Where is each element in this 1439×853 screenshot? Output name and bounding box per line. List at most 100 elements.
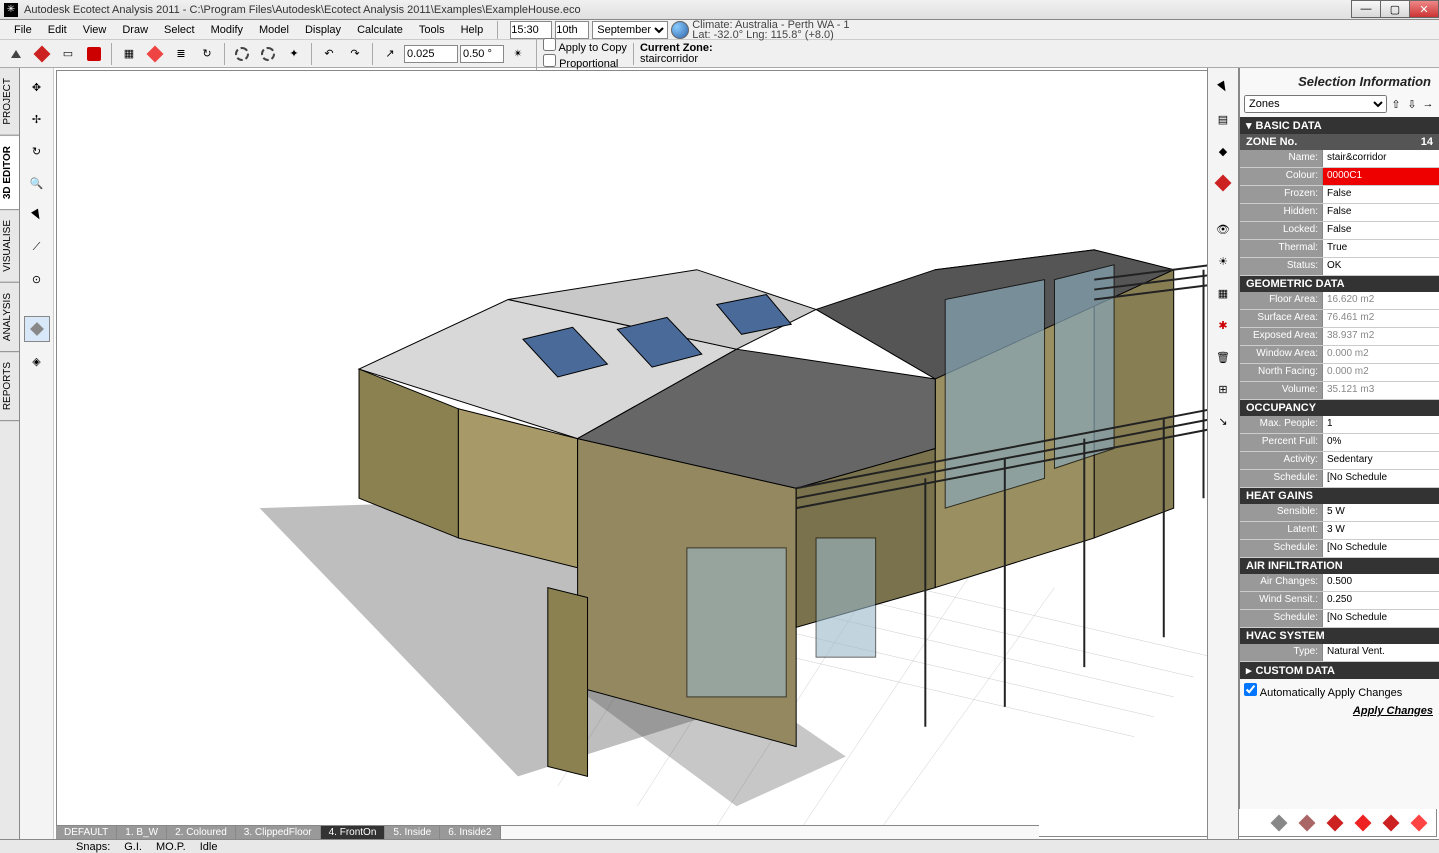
offset-input[interactable] <box>404 45 458 63</box>
prop-value[interactable]: False <box>1322 204 1439 221</box>
rtool-trash-icon[interactable]: 🗑 <box>1210 344 1236 370</box>
prop-value[interactable]: [No Schedule <box>1322 470 1439 487</box>
prop-value[interactable]: 0.250 <box>1322 592 1439 609</box>
tool-gear2-icon[interactable] <box>256 42 280 66</box>
section-custom-data[interactable]: ▸CUSTOM DATA <box>1240 662 1439 679</box>
ltool-measure-icon[interactable]: ⟋ <box>24 234 50 260</box>
prop-value[interactable]: 1 <box>1322 416 1439 433</box>
btab-coloured[interactable]: 2. Coloured <box>167 826 236 839</box>
nav-down-icon[interactable]: ⇩ <box>1405 97 1419 111</box>
tool-explode-icon[interactable]: ✦ <box>282 42 306 66</box>
angle-input[interactable] <box>460 45 504 63</box>
tool-axis-icon[interactable]: ✴ <box>506 42 530 66</box>
prop-value[interactable]: [No Schedule <box>1322 540 1439 557</box>
bri-5-icon[interactable] <box>1379 811 1403 835</box>
rtool-graph-icon[interactable]: ✱ <box>1210 312 1236 338</box>
btab-clipped[interactable]: 3. ClippedFloor <box>236 826 321 839</box>
menu-edit[interactable]: Edit <box>40 22 75 38</box>
proportional-checkbox[interactable] <box>543 54 556 67</box>
prop-value[interactable]: 76.461 m2 <box>1322 310 1439 327</box>
menu-view[interactable]: View <box>75 22 115 38</box>
tool-copy-icon[interactable]: ▦ <box>117 42 141 66</box>
tool-undo-icon[interactable]: ↶ <box>317 42 341 66</box>
ltool-arrows-icon[interactable]: ✥ <box>24 74 50 100</box>
menu-display[interactable]: Display <box>297 22 349 38</box>
ltool-orbit-icon[interactable]: ⊙ <box>24 266 50 292</box>
menu-file[interactable]: File <box>6 22 40 38</box>
rtool-cube-icon[interactable]: ◆ <box>1210 138 1236 164</box>
tab-analysis[interactable]: ANALYSIS <box>0 283 19 352</box>
tool-move-icon[interactable] <box>4 42 28 66</box>
prop-value[interactable]: 0% <box>1322 434 1439 451</box>
bri-1-icon[interactable] <box>1267 811 1291 835</box>
prop-value[interactable]: False <box>1322 222 1439 239</box>
prop-value[interactable]: [No Schedule <box>1322 610 1439 627</box>
rtool-panel-icon[interactable]: ▦ <box>1210 280 1236 306</box>
zone-selector[interactable]: Zones <box>1244 95 1387 113</box>
tool-layers-icon[interactable] <box>143 42 167 66</box>
close-button[interactable]: ✕ <box>1409 0 1439 18</box>
apply-to-copy-checkbox[interactable] <box>543 38 556 51</box>
prop-value[interactable]: 0.000 m2 <box>1322 364 1439 381</box>
tool-cube-icon[interactable] <box>30 42 54 66</box>
prop-value[interactable]: 0.000 m2 <box>1322 346 1439 363</box>
globe-icon[interactable] <box>671 21 689 39</box>
prop-value[interactable]: Natural Vent. <box>1322 644 1439 661</box>
bri-6-icon[interactable] <box>1407 811 1431 835</box>
tool-offset-icon[interactable]: ↗ <box>378 42 402 66</box>
tool-gear-icon[interactable] <box>230 42 254 66</box>
section-hvac[interactable]: HVAC SYSTEM <box>1240 628 1439 644</box>
rtool-export-icon[interactable]: ↘ <box>1210 408 1236 434</box>
prop-value[interactable]: 5 W <box>1322 504 1439 521</box>
rtool-points-icon[interactable]: ⊞ <box>1210 376 1236 402</box>
month-select[interactable]: September <box>592 21 668 39</box>
prop-value[interactable]: False <box>1322 186 1439 203</box>
prop-value[interactable]: Sedentary <box>1322 452 1439 469</box>
tab-visualise[interactable]: VISUALISE <box>0 210 19 283</box>
btab-inside2[interactable]: 6. Inside2 <box>440 826 500 839</box>
btab-bw[interactable]: 1. B_W <box>117 826 167 839</box>
prop-value[interactable]: OK <box>1322 258 1439 275</box>
menu-draw[interactable]: Draw <box>114 22 156 38</box>
section-heat-gains[interactable]: HEAT GAINS <box>1240 488 1439 504</box>
prop-value[interactable]: 0.500 <box>1322 574 1439 591</box>
prop-value[interactable]: 0000C1 <box>1322 168 1439 185</box>
rtool-book-icon[interactable]: ▤ <box>1210 106 1236 132</box>
prop-value[interactable]: True <box>1322 240 1439 257</box>
rtool-red-icon[interactable] <box>1210 170 1236 196</box>
section-geometric[interactable]: GEOMETRIC DATA <box>1240 276 1439 292</box>
menu-calculate[interactable]: Calculate <box>349 22 411 38</box>
menu-model[interactable]: Model <box>251 22 297 38</box>
section-occupancy[interactable]: OCCUPANCY <box>1240 400 1439 416</box>
nav-up-icon[interactable]: ⇧ <box>1389 97 1403 111</box>
nav-next-icon[interactable]: → <box>1421 97 1435 111</box>
tool-redo-icon[interactable]: ↷ <box>343 42 367 66</box>
bri-3-icon[interactable] <box>1323 811 1347 835</box>
rtool-eye-icon[interactable]: 👁 <box>1210 216 1236 242</box>
section-air-infiltration[interactable]: AIR INFILTRATION <box>1240 558 1439 574</box>
ltool-rotate-icon[interactable]: ↻ <box>24 138 50 164</box>
minimize-button[interactable]: — <box>1351 0 1381 18</box>
maximize-button[interactable]: ▢ <box>1380 0 1410 18</box>
bri-2-icon[interactable] <box>1295 811 1319 835</box>
bri-4-icon[interactable] <box>1351 811 1375 835</box>
time-input[interactable] <box>510 21 552 39</box>
ltool-select-icon[interactable] <box>24 202 50 228</box>
auto-apply-checkbox[interactable] <box>1244 683 1257 696</box>
btab-fronton[interactable]: 4. FrontOn <box>321 826 386 839</box>
day-input[interactable] <box>555 21 589 39</box>
menu-tools[interactable]: Tools <box>411 22 453 38</box>
tool-new-icon[interactable]: ▭ <box>56 42 80 66</box>
apply-changes-button[interactable]: Apply Changes <box>1240 703 1439 719</box>
rtool-sun-icon[interactable]: ☀ <box>1210 248 1236 274</box>
btab-inside[interactable]: 5. Inside <box>385 826 440 839</box>
menu-modify[interactable]: Modify <box>203 22 251 38</box>
prop-value[interactable]: 35.121 m3 <box>1322 382 1439 399</box>
tab-reports[interactable]: REPORTS <box>0 352 19 421</box>
tool-stack-icon[interactable]: ≣ <box>169 42 193 66</box>
tool-rotate-icon[interactable]: ↻ <box>195 42 219 66</box>
prop-value[interactable]: stair&corridor <box>1322 150 1439 167</box>
menu-select[interactable]: Select <box>156 22 203 38</box>
tab-3d-editor[interactable]: 3D EDITOR <box>0 136 19 210</box>
ltool-zoom-icon[interactable]: 🔍 <box>24 170 50 196</box>
